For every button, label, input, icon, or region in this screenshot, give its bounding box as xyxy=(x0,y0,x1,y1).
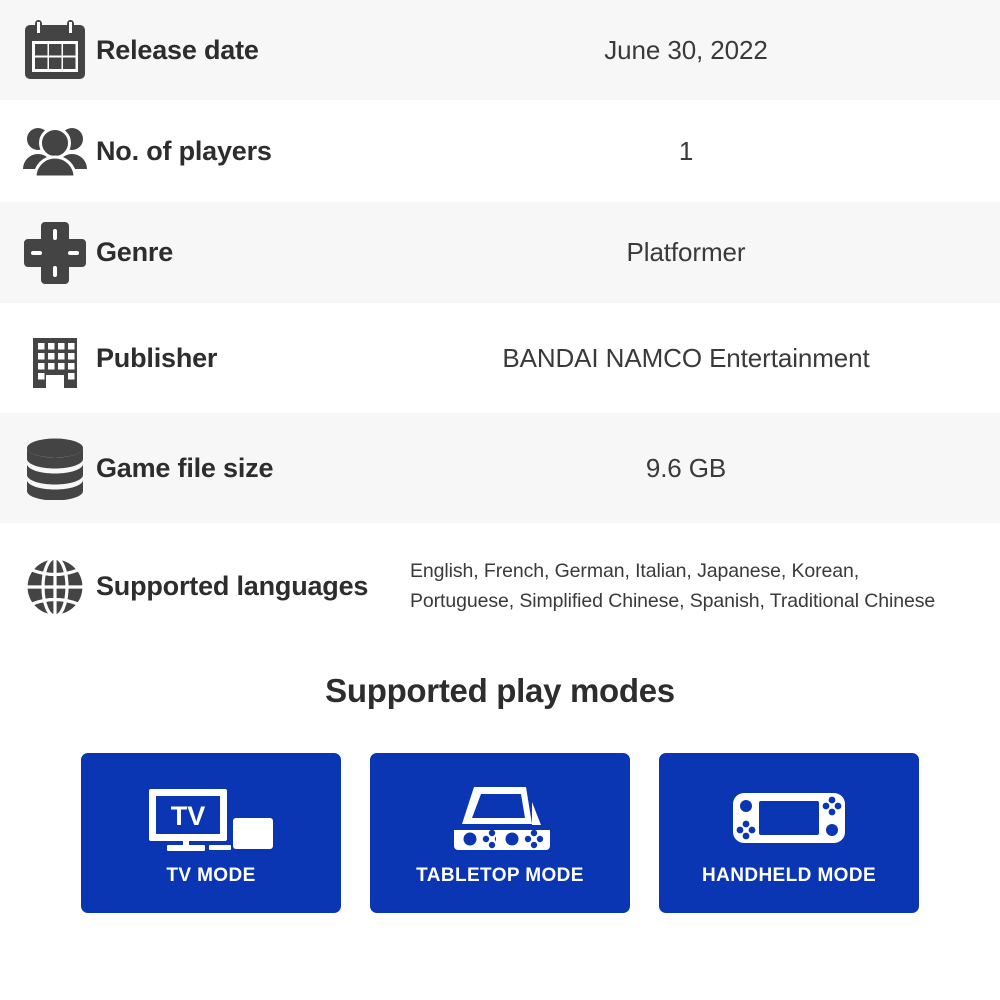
spec-row-players: No. of players 1 xyxy=(0,100,1000,202)
spec-row-release-date: Release date June 30, 2022 xyxy=(0,0,1000,100)
spec-label: Genre xyxy=(96,237,174,268)
database-icon xyxy=(22,436,96,500)
spec-label: Publisher xyxy=(96,342,218,373)
spec-label: Game file size xyxy=(96,452,274,483)
spec-value: English, French, German, Italian, Japane… xyxy=(410,560,936,612)
spec-row-file-size: Game file size 9.6 GB xyxy=(0,413,1000,523)
play-mode-label: HANDHELD MODE xyxy=(701,865,877,886)
spec-label: No. of players xyxy=(96,135,272,166)
svg-text:TV: TV xyxy=(171,801,206,831)
game-details-panel: Release date June 30, 2022 No. of player… xyxy=(0,0,1000,1000)
play-modes-row: TV TV MODE TABLETOP MODE HANDHELD MODE xyxy=(0,753,1000,913)
building-icon xyxy=(22,326,96,390)
handheld-mode-icon xyxy=(727,779,851,857)
players-icon xyxy=(22,119,96,183)
spec-value: Platformer xyxy=(626,237,746,267)
play-modes-title: Supported play modes xyxy=(325,672,675,709)
dpad-icon xyxy=(22,221,96,285)
play-mode-label: TV MODE xyxy=(166,865,256,886)
calendar-icon xyxy=(22,18,96,82)
spec-list: Release date June 30, 2022 No. of player… xyxy=(0,0,1000,650)
spec-label: Supported languages xyxy=(96,571,369,602)
spec-value: 9.6 GB xyxy=(645,452,727,483)
play-mode-card-handheld[interactable]: HANDHELD MODE xyxy=(659,753,919,913)
supported-play-modes-section: Supported play modes TV TV MODE TABLETOP… xyxy=(0,650,1000,913)
globe-icon xyxy=(22,555,96,619)
tv-mode-icon: TV xyxy=(145,779,277,857)
spec-value: June 30, 2022 xyxy=(604,34,768,65)
tabletop-mode-icon xyxy=(440,779,560,857)
play-mode-label: TABLETOP MODE xyxy=(416,865,584,886)
play-mode-card-tabletop[interactable]: TABLETOP MODE xyxy=(370,753,630,913)
spec-value: 1 xyxy=(678,135,694,166)
spec-row-genre: Genre Platformer xyxy=(0,202,1000,303)
spec-row-languages: Supported languages English, French, Ger… xyxy=(0,523,1000,650)
play-mode-card-tv[interactable]: TV TV MODE xyxy=(81,753,341,913)
spec-value: BANDAI NAMCO Entertainment xyxy=(502,342,870,373)
spec-row-publisher: Publisher BANDAI NAMCO Entertainment xyxy=(0,303,1000,413)
spec-label: Release date xyxy=(96,34,259,65)
